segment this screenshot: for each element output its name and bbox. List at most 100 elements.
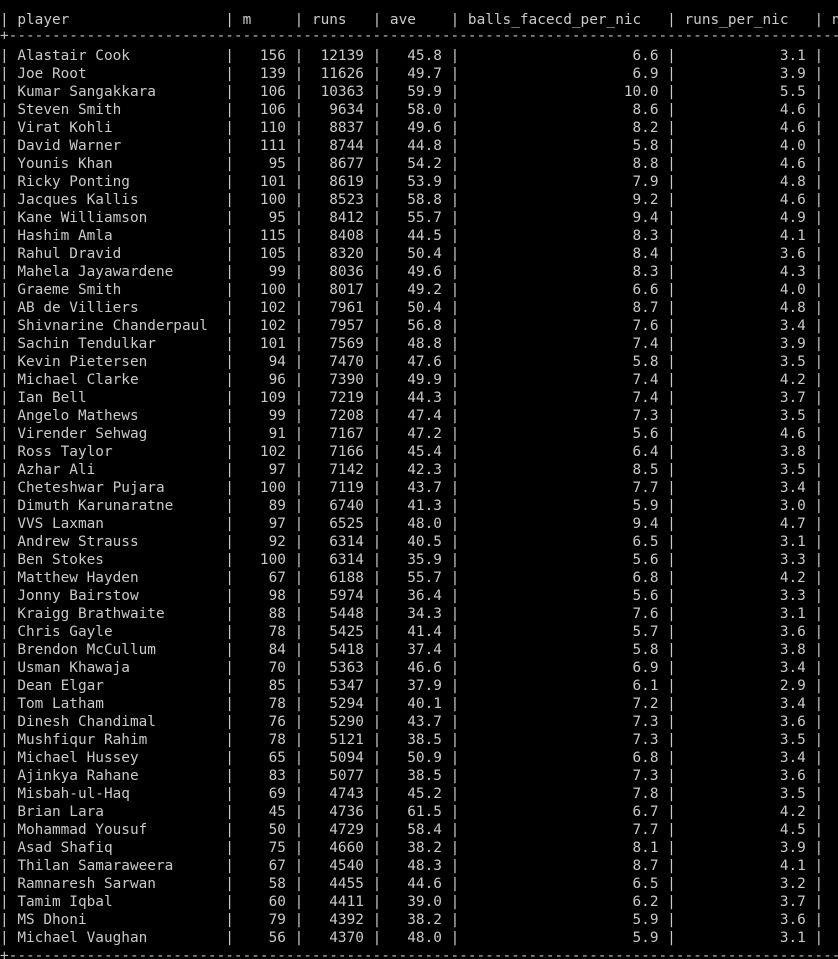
table-cell-ave: 54.2 bbox=[389, 156, 442, 172]
table-cell-balls-facecd-per-nic: 6.4 bbox=[467, 444, 659, 460]
table-cell-runs-per-nic: 3.9 bbox=[684, 66, 806, 82]
table-cell-nic-per-dismissal: 11.1 bbox=[832, 588, 838, 604]
column-delimiter: | bbox=[285, 354, 312, 370]
table-cell-nic-per-dismissal: 10.9 bbox=[832, 552, 838, 568]
table-cell-runs-per-nic: 3.5 bbox=[684, 462, 806, 478]
table-row: | Asad Shafiq | 75 | 4660 | 38.2 | 8.1 |… bbox=[0, 839, 838, 857]
column-delimiter: | bbox=[216, 318, 243, 334]
table-cell-ave: 40.1 bbox=[389, 696, 442, 712]
table-cell-runs: 7119 bbox=[311, 480, 364, 496]
column-delimiter: | bbox=[658, 210, 685, 226]
table-cell-runs: 7957 bbox=[311, 318, 364, 334]
column-delimiter: | bbox=[805, 174, 832, 190]
table-cell-nic-per-dismissal: 16.8 bbox=[832, 318, 838, 334]
column-delimiter: | bbox=[658, 894, 685, 910]
column-delimiter: | bbox=[285, 588, 312, 604]
column-delimiter: | bbox=[216, 660, 243, 676]
column-delimiter: | bbox=[441, 462, 468, 478]
table-cell-balls-facecd-per-nic: 6.5 bbox=[467, 534, 659, 550]
column-delimiter: | bbox=[285, 786, 312, 802]
column-delimiter: | bbox=[363, 84, 390, 100]
table-cell-balls-facecd-per-nic: 5.6 bbox=[467, 426, 659, 442]
table-cell-balls-facecd-per-nic: 6.7 bbox=[467, 804, 659, 820]
column-delimiter: | bbox=[216, 300, 243, 316]
table-cell-runs: 8320 bbox=[311, 246, 364, 262]
table-cell-player: Hashim Amla bbox=[17, 228, 217, 244]
table-row: | Angelo Mathews | 99 | 7208 | 47.4 | 7.… bbox=[0, 407, 838, 425]
table-cell-runs: 5294 bbox=[311, 696, 364, 712]
column-delimiter: | bbox=[658, 840, 685, 856]
column-delimiter: | bbox=[805, 156, 832, 172]
table-cell-player: Tamim Iqbal bbox=[17, 894, 217, 910]
table-cell-runs-per-nic: 3.8 bbox=[684, 444, 806, 460]
table-cell-m: 70 bbox=[242, 660, 286, 676]
column-delimiter: | bbox=[441, 786, 468, 802]
column-delimiter: | bbox=[216, 588, 243, 604]
table-cell-nic-per-dismissal: 11.0 bbox=[832, 84, 838, 100]
table-cell-runs-per-nic: 3.1 bbox=[684, 534, 806, 550]
table-cell-balls-facecd-per-nic: 8.5 bbox=[467, 462, 659, 478]
table-cell-balls-facecd-per-nic: 8.7 bbox=[467, 858, 659, 874]
table-cell-balls-facecd-per-nic: 6.1 bbox=[467, 678, 659, 694]
column-delimiter: | bbox=[216, 354, 243, 370]
table-cell-m: 69 bbox=[242, 786, 286, 802]
table-cell-ave: 48.3 bbox=[389, 858, 442, 874]
table-cell-player: Kane Williamson bbox=[17, 210, 217, 226]
column-delimiter: | bbox=[216, 786, 243, 802]
column-delimiter: | bbox=[0, 48, 18, 64]
column-delimiter: | bbox=[285, 858, 312, 874]
column-delimiter: | bbox=[805, 894, 832, 910]
column-delimiter: | bbox=[285, 606, 312, 622]
table-cell-nic-per-dismissal: 11.9 bbox=[832, 858, 838, 874]
table-cell-nic-per-dismissal: 12.4 bbox=[832, 282, 838, 298]
column-delimiter: | bbox=[805, 624, 832, 640]
column-delimiter: | bbox=[658, 84, 685, 100]
table-cell-balls-facecd-per-nic: 7.7 bbox=[467, 480, 659, 496]
column-delimiter: | bbox=[441, 228, 468, 244]
column-delimiter: | bbox=[658, 552, 685, 568]
table-cell-player: Kraigg Brathwaite bbox=[17, 606, 217, 622]
table-cell-nic-per-dismissal: 9.9 bbox=[832, 642, 838, 658]
column-delimiter: | bbox=[658, 192, 685, 208]
column-delimiter: | bbox=[441, 822, 468, 838]
column-delimiter: | bbox=[216, 516, 243, 532]
table-cell-runs: 8523 bbox=[311, 192, 364, 208]
column-delimiter: | bbox=[658, 354, 685, 370]
column-delimiter: | bbox=[363, 336, 390, 352]
table-cell-runs: 5290 bbox=[311, 714, 364, 730]
column-delimiter: | bbox=[805, 462, 832, 478]
column-delimiter: | bbox=[658, 12, 685, 28]
table-cell-runs: 8837 bbox=[311, 120, 364, 136]
table-cell-runs: 4411 bbox=[311, 894, 364, 910]
table-cell-runs: 8036 bbox=[311, 264, 364, 280]
table-cell-m: 85 bbox=[242, 678, 286, 694]
column-delimiter: | bbox=[285, 570, 312, 586]
column-delimiter: | bbox=[363, 588, 390, 604]
column-delimiter: | bbox=[0, 426, 18, 442]
table-cell-balls-facecd-per-nic: 6.6 bbox=[467, 48, 659, 64]
table-cell-balls-facecd-per-nic: 7.4 bbox=[467, 336, 659, 352]
column-delimiter: | bbox=[363, 822, 390, 838]
table-cell-runs-per-nic: 4.2 bbox=[684, 804, 806, 820]
table-cell-balls-facecd-per-nic: 7.3 bbox=[467, 768, 659, 784]
terminal-output: +---------------------------------------… bbox=[0, 0, 838, 959]
table-cell-m: 102 bbox=[242, 444, 286, 460]
column-delimiter: | bbox=[285, 372, 312, 388]
table-cell-nic-per-dismissal: 12.9 bbox=[832, 534, 838, 550]
column-delimiter: | bbox=[658, 678, 685, 694]
table-cell-runs: 5448 bbox=[311, 606, 364, 622]
table-cell-ave: 50.9 bbox=[389, 750, 442, 766]
column-delimiter: | bbox=[441, 372, 468, 388]
table-cell-m: 99 bbox=[242, 264, 286, 280]
table-cell-m: 67 bbox=[242, 570, 286, 586]
column-delimiter: | bbox=[363, 102, 390, 118]
table-row: | Ramnaresh Sarwan | 58 | 4455 | 44.6 | … bbox=[0, 875, 838, 893]
table-cell-balls-facecd-per-nic: 5.9 bbox=[467, 498, 659, 514]
table-cell-balls-facecd-per-nic: 7.2 bbox=[467, 696, 659, 712]
column-delimiter: | bbox=[216, 174, 243, 190]
table-cell-nic-per-dismissal: 10.4 bbox=[832, 426, 838, 442]
table-cell-player: Michael Vaughan bbox=[17, 930, 217, 946]
table-cell-player: Steven Smith bbox=[17, 102, 217, 118]
column-delimiter: | bbox=[441, 678, 468, 694]
column-delimiter: | bbox=[0, 408, 18, 424]
